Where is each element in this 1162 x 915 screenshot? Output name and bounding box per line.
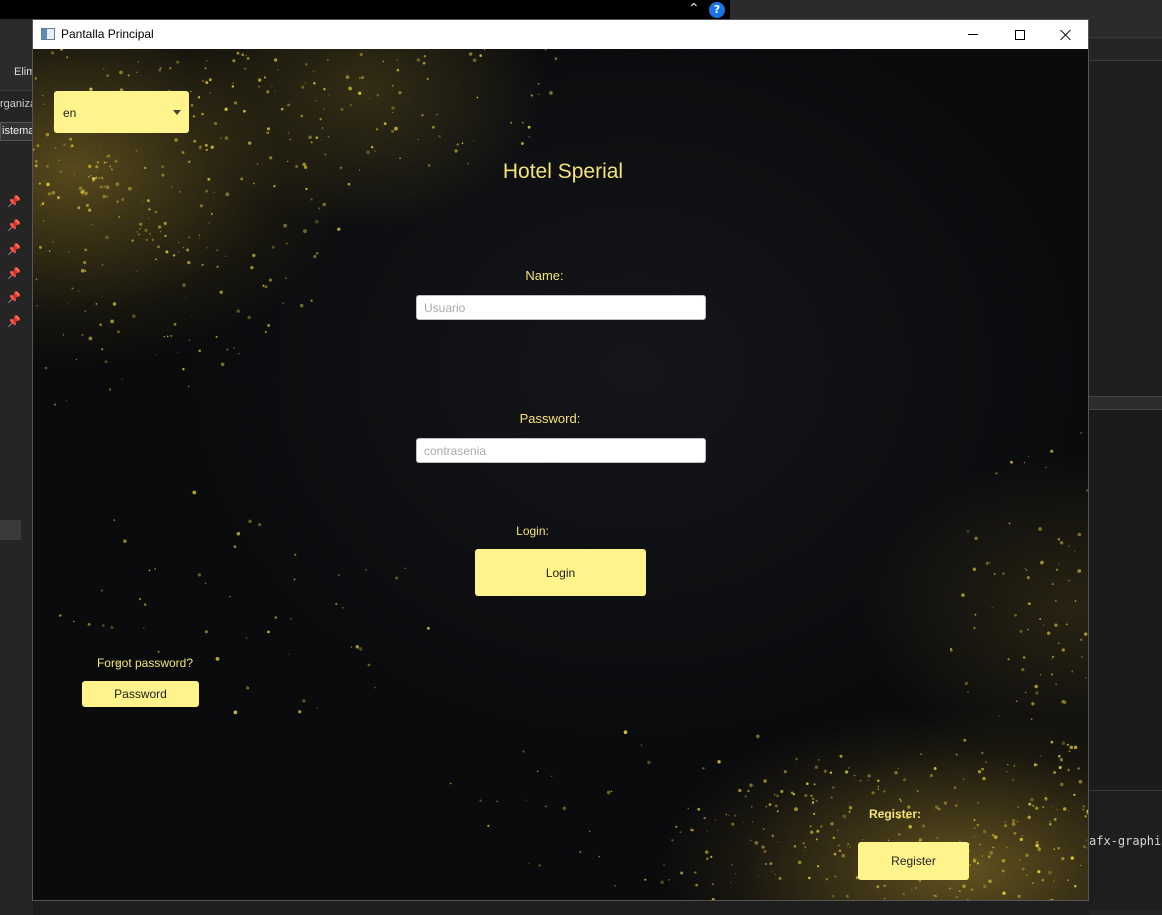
- username-input[interactable]: [416, 295, 706, 320]
- forgot-password-label: Forgot password?: [96, 656, 194, 670]
- collapse-caret-icon[interactable]: ⌃: [688, 1, 700, 17]
- java-window-icon: [41, 28, 55, 40]
- register-label: Register:: [868, 807, 921, 821]
- pin-icon[interactable]: 📌: [7, 316, 21, 328]
- ide-organize-label[interactable]: rganiza: [0, 98, 36, 110]
- name-label: Name:: [525, 268, 564, 283]
- pin-icon[interactable]: 📌: [7, 268, 21, 280]
- ide-selected-row: [0, 520, 21, 540]
- password-label: Password:: [519, 411, 581, 426]
- minimize-icon: [968, 34, 978, 35]
- close-icon: [1060, 29, 1072, 41]
- pin-icon[interactable]: 📌: [7, 244, 21, 256]
- minimize-button[interactable]: [950, 20, 996, 49]
- ide-left-panel: [0, 19, 33, 915]
- ide-right-separator[interactable]: [1089, 396, 1162, 410]
- ide-code-pane: [1089, 790, 1162, 910]
- forgot-password-button[interactable]: Password: [82, 681, 199, 707]
- ide-right-middle-pane: [1089, 410, 1162, 790]
- ide-right-upper-pane: [1089, 60, 1162, 396]
- close-button[interactable]: [1043, 20, 1088, 49]
- title-bar[interactable]: Pantalla Principal: [33, 20, 1088, 49]
- language-selected-value: en: [63, 106, 77, 120]
- help-icon[interactable]: ?: [709, 2, 725, 18]
- password-input[interactable]: [416, 438, 706, 463]
- maximize-icon: [1015, 29, 1025, 40]
- pin-icon[interactable]: 📌: [7, 292, 21, 304]
- language-select[interactable]: en: [54, 91, 189, 133]
- chevron-down-icon: [173, 110, 181, 115]
- login-scene: en Hotel Sperial Name: Password: Login: …: [33, 49, 1088, 900]
- login-label: Login:: [516, 524, 549, 538]
- register-button[interactable]: Register: [858, 842, 969, 880]
- pin-icon[interactable]: 📌: [7, 220, 21, 232]
- maximize-button[interactable]: [997, 20, 1043, 49]
- app-heading: Hotel Sperial: [502, 160, 624, 183]
- ide-left-toolbar: [0, 19, 33, 91]
- ide-system-tab[interactable]: istema: [0, 122, 33, 141]
- ide-top-strip: [0, 0, 730, 19]
- window-title: Pantalla Principal: [61, 27, 154, 41]
- ide-code-text: afx-graphic: [1089, 834, 1162, 848]
- pin-icon[interactable]: 📌: [7, 196, 21, 208]
- login-button[interactable]: Login: [475, 549, 646, 596]
- app-window: Pantalla Principal en Hotel Sperial Name…: [32, 19, 1089, 901]
